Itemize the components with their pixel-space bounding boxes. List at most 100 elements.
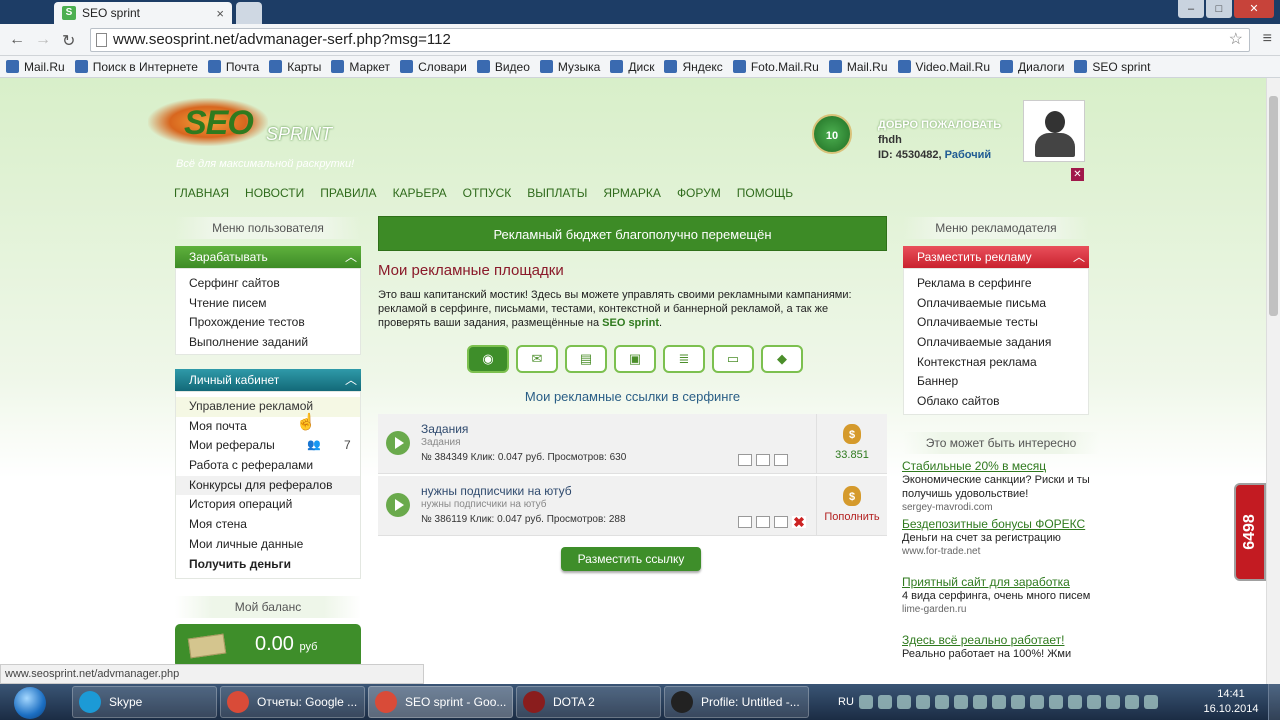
earn-menu-header[interactable]: Зарабатывать ︿ xyxy=(175,246,361,268)
nav-item[interactable]: КАРЬЕРА xyxy=(393,186,447,200)
maximize-icon[interactable]: □ xyxy=(1206,0,1232,18)
ad-title-link[interactable]: Стабильные 20% в месяц xyxy=(902,459,1092,473)
tray-icon[interactable] xyxy=(934,695,949,709)
ad-title-link[interactable]: Бездепозитные бонусы ФОРЕКС xyxy=(902,517,1092,531)
nav-item[interactable]: ОТПУСК xyxy=(463,186,512,200)
forward-arrow-icon[interactable]: → xyxy=(35,31,51,49)
bookmark-item[interactable]: Словари xyxy=(400,60,467,74)
place-ads-item[interactable]: Баннер xyxy=(904,372,1088,392)
cabinet-menu-item[interactable]: Моя почта xyxy=(176,417,360,437)
nav-item[interactable]: ПРАВИЛА xyxy=(320,186,376,200)
avatar-close-icon[interactable]: ✕ xyxy=(1071,168,1084,181)
cabinet-menu-item[interactable]: Получить деньги xyxy=(176,555,360,575)
stats-icon[interactable] xyxy=(756,516,770,528)
earn-menu-item[interactable]: Серфинг сайтов xyxy=(176,274,360,294)
language-indicator[interactable]: RU xyxy=(838,696,854,708)
nav-item[interactable]: ФОРУМ xyxy=(677,186,721,200)
new-tab-button[interactable] xyxy=(236,2,262,24)
tray-icon[interactable] xyxy=(915,695,930,709)
list-icon[interactable] xyxy=(774,516,788,528)
tray-icon[interactable] xyxy=(991,695,1006,709)
row-name[interactable]: Задания xyxy=(421,422,468,436)
start-button[interactable] xyxy=(2,685,58,719)
play-icon[interactable] xyxy=(386,493,410,517)
url-input[interactable]: www.seosprint.net/advmanager-serf.php?ms… xyxy=(90,28,1250,52)
help-icon[interactable] xyxy=(858,695,873,709)
earn-menu-item[interactable]: Выполнение заданий xyxy=(176,333,360,353)
chrome-menu-icon[interactable]: ≡ xyxy=(1263,30,1272,48)
tray-icon[interactable] xyxy=(1124,695,1139,709)
browser-tab[interactable]: S SEO sprint × xyxy=(54,2,232,24)
tray-icon[interactable] xyxy=(1048,695,1063,709)
bookmark-item[interactable]: Почта xyxy=(207,60,259,74)
place-ads-item[interactable]: Облако сайтов xyxy=(904,392,1088,412)
list-icon[interactable] xyxy=(774,454,788,466)
tray-icon[interactable] xyxy=(972,695,987,709)
taskbar-item[interactable]: Отчеты: Google ... xyxy=(220,686,365,718)
taskbar-item[interactable]: DOTA 2 xyxy=(516,686,661,718)
cabinet-menu-item[interactable]: Мои личные данные xyxy=(176,535,360,555)
tab-close-icon[interactable]: × xyxy=(216,6,224,21)
play-icon[interactable] xyxy=(386,431,410,455)
ad-title-link[interactable]: Приятный сайт для заработка xyxy=(902,575,1092,589)
site-logo[interactable]: SEO SPRINT Всё для максимальной раскрутк… xyxy=(148,86,408,170)
minimize-icon[interactable]: – xyxy=(1178,0,1204,18)
nav-item[interactable]: ГЛАВНАЯ xyxy=(174,186,229,200)
clock[interactable]: 14:41 16.10.2014 xyxy=(1196,687,1266,717)
tray-icon[interactable] xyxy=(1105,695,1120,709)
place-ads-header[interactable]: Разместить рекламу ︿ xyxy=(903,246,1089,268)
stats-icon[interactable] xyxy=(756,454,770,466)
earn-menu-item[interactable]: Прохождение тестов xyxy=(176,313,360,333)
nav-item[interactable]: ЯРМАРКА xyxy=(603,186,661,200)
bookmark-item[interactable]: Mail.Ru xyxy=(6,60,65,74)
cabinet-menu-item[interactable]: Мои рефералы xyxy=(176,436,360,456)
taskbar-item[interactable]: Skype xyxy=(72,686,217,718)
tasks-ads-icon[interactable]: ▣ xyxy=(614,345,656,373)
nav-item[interactable]: ПОМОЩЬ xyxy=(737,186,793,200)
scrollbar-thumb[interactable] xyxy=(1269,96,1278,316)
cabinet-menu-item[interactable]: Работа с рефералами xyxy=(176,456,360,476)
surfing-ads-icon[interactable]: ◉ xyxy=(467,345,509,373)
back-arrow-icon[interactable]: ← xyxy=(9,31,25,49)
cabinet-menu-item[interactable]: Моя стена xyxy=(176,515,360,535)
balance-box[interactable]: 0.00 руб xyxy=(175,624,361,668)
nav-item[interactable]: ВЫПЛАТЫ xyxy=(527,186,587,200)
banner-ads-icon[interactable]: ▭ xyxy=(712,345,754,373)
tests-ads-icon[interactable]: ▤ xyxy=(565,345,607,373)
bookmark-item[interactable]: Поиск в Интернете xyxy=(74,60,198,74)
bookmark-item[interactable]: Маркет xyxy=(331,60,390,74)
place-ads-item[interactable]: Оплачиваемые задания xyxy=(904,333,1088,353)
cloud-ads-icon[interactable]: ◆ xyxy=(761,345,803,373)
bookmark-item[interactable]: SEO sprint xyxy=(1074,60,1150,74)
row-name[interactable]: нужны подписчики на ютуб xyxy=(421,484,572,498)
cabinet-menu-item[interactable]: Управление рекламой xyxy=(176,397,360,417)
place-ads-item[interactable]: Оплачиваемые тесты xyxy=(904,313,1088,333)
show-desktop-button[interactable] xyxy=(1268,684,1280,720)
bookmark-item[interactable]: Музыка xyxy=(539,60,600,74)
bookmark-star-icon[interactable]: ☆ xyxy=(1229,29,1243,51)
window-close-icon[interactable]: ✕ xyxy=(1234,0,1274,18)
edit-icon[interactable] xyxy=(738,454,752,466)
tray-icon[interactable] xyxy=(877,695,892,709)
tray-icon[interactable] xyxy=(1029,695,1044,709)
avatar[interactable] xyxy=(1023,100,1085,162)
bookmark-item[interactable]: Video.Mail.Ru xyxy=(897,60,990,74)
nav-item[interactable]: НОВОСТИ xyxy=(245,186,304,200)
bookmark-item[interactable]: Диск xyxy=(610,60,654,74)
bookmark-item[interactable]: Карты xyxy=(269,60,321,74)
bookmark-item[interactable]: Яндекс xyxy=(664,60,723,74)
edit-icon[interactable] xyxy=(738,516,752,528)
tray-icon[interactable] xyxy=(896,695,911,709)
bookmark-item[interactable]: Видео xyxy=(476,60,530,74)
tray-icon[interactable] xyxy=(1010,695,1025,709)
bookmark-item[interactable]: Mail.Ru xyxy=(828,60,888,74)
bookmark-item[interactable]: Foto.Mail.Ru xyxy=(732,60,819,74)
row-budget[interactable]: $ Пополнить xyxy=(816,476,887,536)
tray-icon[interactable] xyxy=(1086,695,1101,709)
ad-title-link[interactable]: Здесь всё реально работает! xyxy=(902,633,1092,647)
place-ads-item[interactable]: Контекстная реклама xyxy=(904,353,1088,373)
place-ads-item[interactable]: Реклама в серфинге xyxy=(904,274,1088,294)
user-status[interactable]: Рабочий xyxy=(945,149,991,161)
context-ads-icon[interactable]: ≣ xyxy=(663,345,705,373)
tray-icon[interactable] xyxy=(1067,695,1082,709)
